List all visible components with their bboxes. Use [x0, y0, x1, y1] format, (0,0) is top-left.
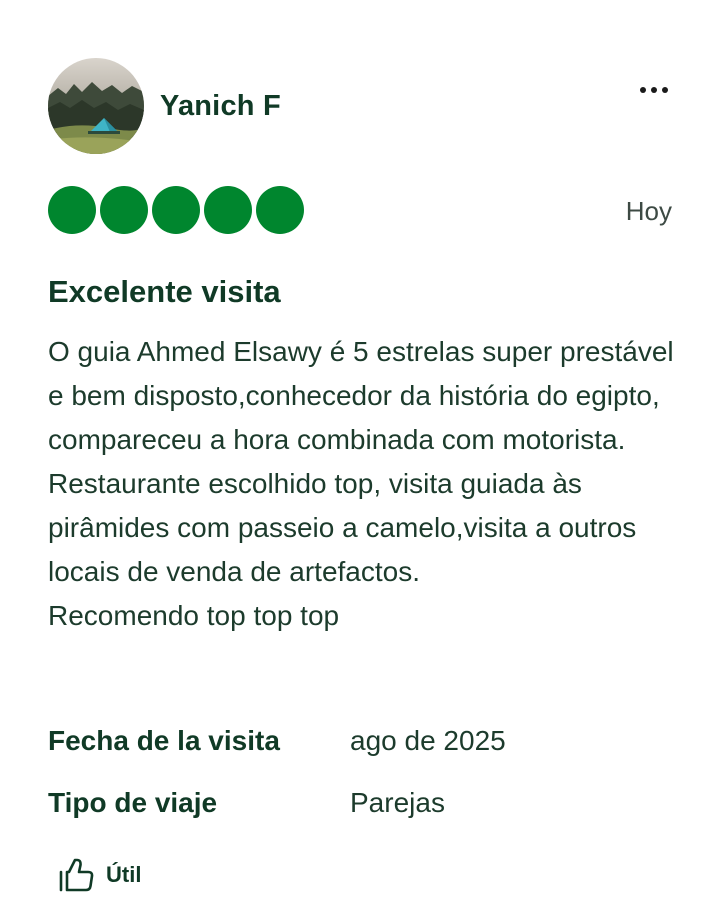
- detail-row-trip-type: Tipo de viaje Parejas: [48, 772, 678, 834]
- helpful-label: Útil: [106, 862, 142, 887]
- review-header: Yanich F: [48, 58, 678, 154]
- review-paragraph: Restaurante escolhido top, visita guiada…: [48, 468, 637, 587]
- review-title: Excelente visita: [48, 274, 281, 309]
- rating-bubble-filled: [100, 186, 148, 234]
- more-horizontal-icon: [640, 87, 646, 93]
- thumbs-up-icon: [59, 858, 94, 892]
- rating-bubble-filled: [256, 186, 304, 234]
- avatar-image: [48, 58, 144, 154]
- review-paragraph: Recomendo top top top: [48, 600, 340, 631]
- review-details: Fecha de la visita ago de 2025 Tipo de v…: [48, 710, 678, 834]
- more-options-button[interactable]: [630, 72, 678, 108]
- rating-bubble-filled: [152, 186, 200, 234]
- review-body: O guia Ahmed Elsawy é 5 estrelas super p…: [48, 330, 678, 638]
- rating-bubbles: [48, 186, 304, 234]
- review-paragraph: O guia Ahmed Elsawy é 5 estrelas super p…: [48, 336, 674, 455]
- detail-row-visit-date: Fecha de la visita ago de 2025: [48, 710, 678, 772]
- detail-value: ago de 2025: [350, 725, 506, 756]
- helpful-button[interactable]: Útil: [58, 858, 141, 892]
- avatar[interactable]: [48, 58, 144, 154]
- more-dot: [651, 87, 657, 93]
- detail-label: Fecha de la visita: [48, 725, 280, 756]
- detail-label: Tipo de viaje: [48, 787, 218, 818]
- rating-bubble-filled: [204, 186, 252, 234]
- more-dot: [662, 87, 668, 93]
- rating-bubble-filled: [48, 186, 96, 234]
- review-date: Hoy: [625, 196, 672, 226]
- reviewer-name[interactable]: Yanich F: [160, 90, 281, 123]
- detail-value: Parejas: [350, 787, 445, 818]
